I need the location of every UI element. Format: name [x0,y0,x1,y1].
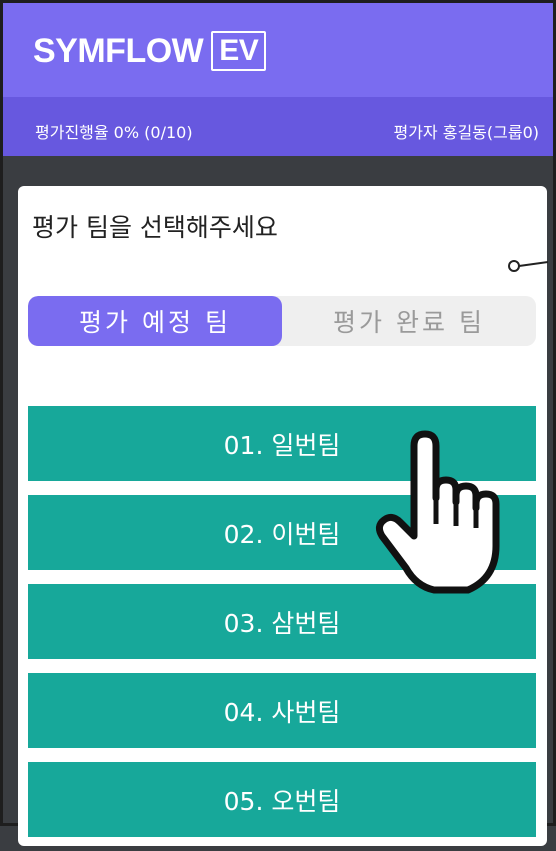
progress-text: 평가진행율 0% (0/10) [35,123,193,142]
logo: SYMFLOW EV [33,31,267,71]
status-bar: 평가진행율 0% (0/10) 평가자 홍길동(그룹0) [3,97,553,156]
tab-bar: 평가 예정 팀 평가 완료 팀 [28,296,536,346]
page-title: 평가 팀을 선택해주세요 [32,213,278,242]
evaluator-text: 평가자 홍길동(그룹0) [393,123,539,142]
logo-text: SYMFLOW [33,31,204,70]
tab-pending-teams[interactable]: 평가 예정 팀 [28,296,282,346]
connector-pin-icon [508,260,548,272]
hand-pointer-icon [375,430,500,594]
tab-completed-teams[interactable]: 평가 완료 팀 [282,296,536,346]
team-button-04[interactable]: 04. 사번팀 [28,673,536,748]
logo-badge: EV [211,31,267,71]
app-header: SYMFLOW EV [3,3,553,97]
